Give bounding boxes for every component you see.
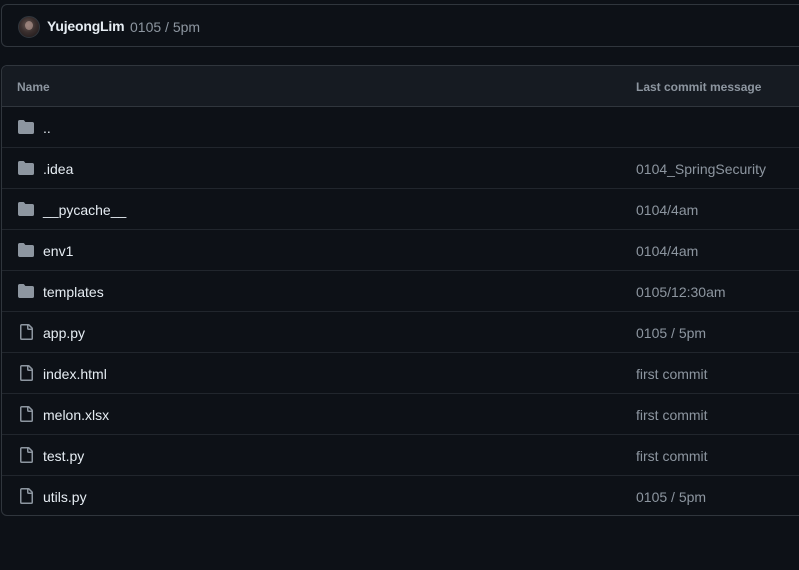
- file-name-link[interactable]: app.py: [43, 325, 85, 341]
- commit-message-link[interactable]: 0104/4am: [636, 202, 698, 218]
- file-name-link[interactable]: env1: [43, 243, 73, 259]
- commit-message-link[interactable]: 0104/4am: [636, 243, 698, 259]
- folder-icon: [18, 243, 34, 257]
- folder-icon: [18, 161, 34, 175]
- file-name-link[interactable]: melon.xlsx: [43, 407, 109, 423]
- table-row-parent-dir[interactable]: ..: [2, 107, 799, 148]
- file-name-link[interactable]: utils.py: [43, 489, 87, 505]
- file-icon: [20, 488, 33, 504]
- commit-message-link[interactable]: 0105/12:30am: [636, 284, 726, 300]
- file-name-link[interactable]: .idea: [43, 161, 73, 177]
- commit-message-link[interactable]: 0105 / 5pm: [130, 19, 200, 35]
- table-row-env1[interactable]: env1 0104/4am: [2, 230, 799, 271]
- commit-message-link[interactable]: first commit: [636, 366, 708, 382]
- table-row-pycache[interactable]: __pycache__ 0104/4am: [2, 189, 799, 230]
- commit-message-link[interactable]: 0105 / 5pm: [636, 489, 706, 505]
- table-row-utils-py[interactable]: utils.py 0105 / 5pm: [2, 476, 799, 515]
- folder-icon: [18, 284, 34, 298]
- file-name-link[interactable]: index.html: [43, 366, 107, 382]
- latest-commit-bar: YujeongLim 0105 / 5pm: [1, 4, 799, 47]
- commit-message-link[interactable]: first commit: [636, 448, 708, 464]
- table-row-templates[interactable]: templates 0105/12:30am: [2, 271, 799, 312]
- folder-icon: [18, 120, 34, 134]
- table-row-test-py[interactable]: test.py first commit: [2, 435, 799, 476]
- table-row-melon-xlsx[interactable]: melon.xlsx first commit: [2, 394, 799, 435]
- commit-message-link[interactable]: 0105 / 5pm: [636, 325, 706, 341]
- file-name-link[interactable]: test.py: [43, 448, 84, 464]
- file-icon: [20, 447, 33, 463]
- column-header-last-commit: Last commit message: [636, 80, 762, 94]
- table-row-app-py[interactable]: app.py 0105 / 5pm: [2, 312, 799, 353]
- file-name-link[interactable]: templates: [43, 284, 104, 300]
- file-icon: [20, 324, 33, 340]
- table-row-index-html[interactable]: index.html first commit: [2, 353, 799, 394]
- commit-author-link[interactable]: YujeongLim: [47, 18, 125, 34]
- table-header: Name Last commit message: [2, 66, 799, 107]
- commit-message-link[interactable]: first commit: [636, 407, 708, 423]
- file-icon: [20, 365, 33, 381]
- folder-icon: [18, 202, 34, 216]
- commit-message-link[interactable]: 0104_SpringSecurity: [636, 161, 766, 177]
- file-icon: [20, 406, 33, 422]
- column-header-name: Name: [17, 80, 50, 94]
- file-name-link[interactable]: ..: [43, 120, 51, 136]
- file-name-link[interactable]: __pycache__: [43, 202, 126, 218]
- table-row-idea[interactable]: .idea 0104_SpringSecurity: [2, 148, 799, 189]
- file-table: Name Last commit message .. .idea 0104_S…: [1, 65, 799, 516]
- avatar[interactable]: [18, 16, 40, 38]
